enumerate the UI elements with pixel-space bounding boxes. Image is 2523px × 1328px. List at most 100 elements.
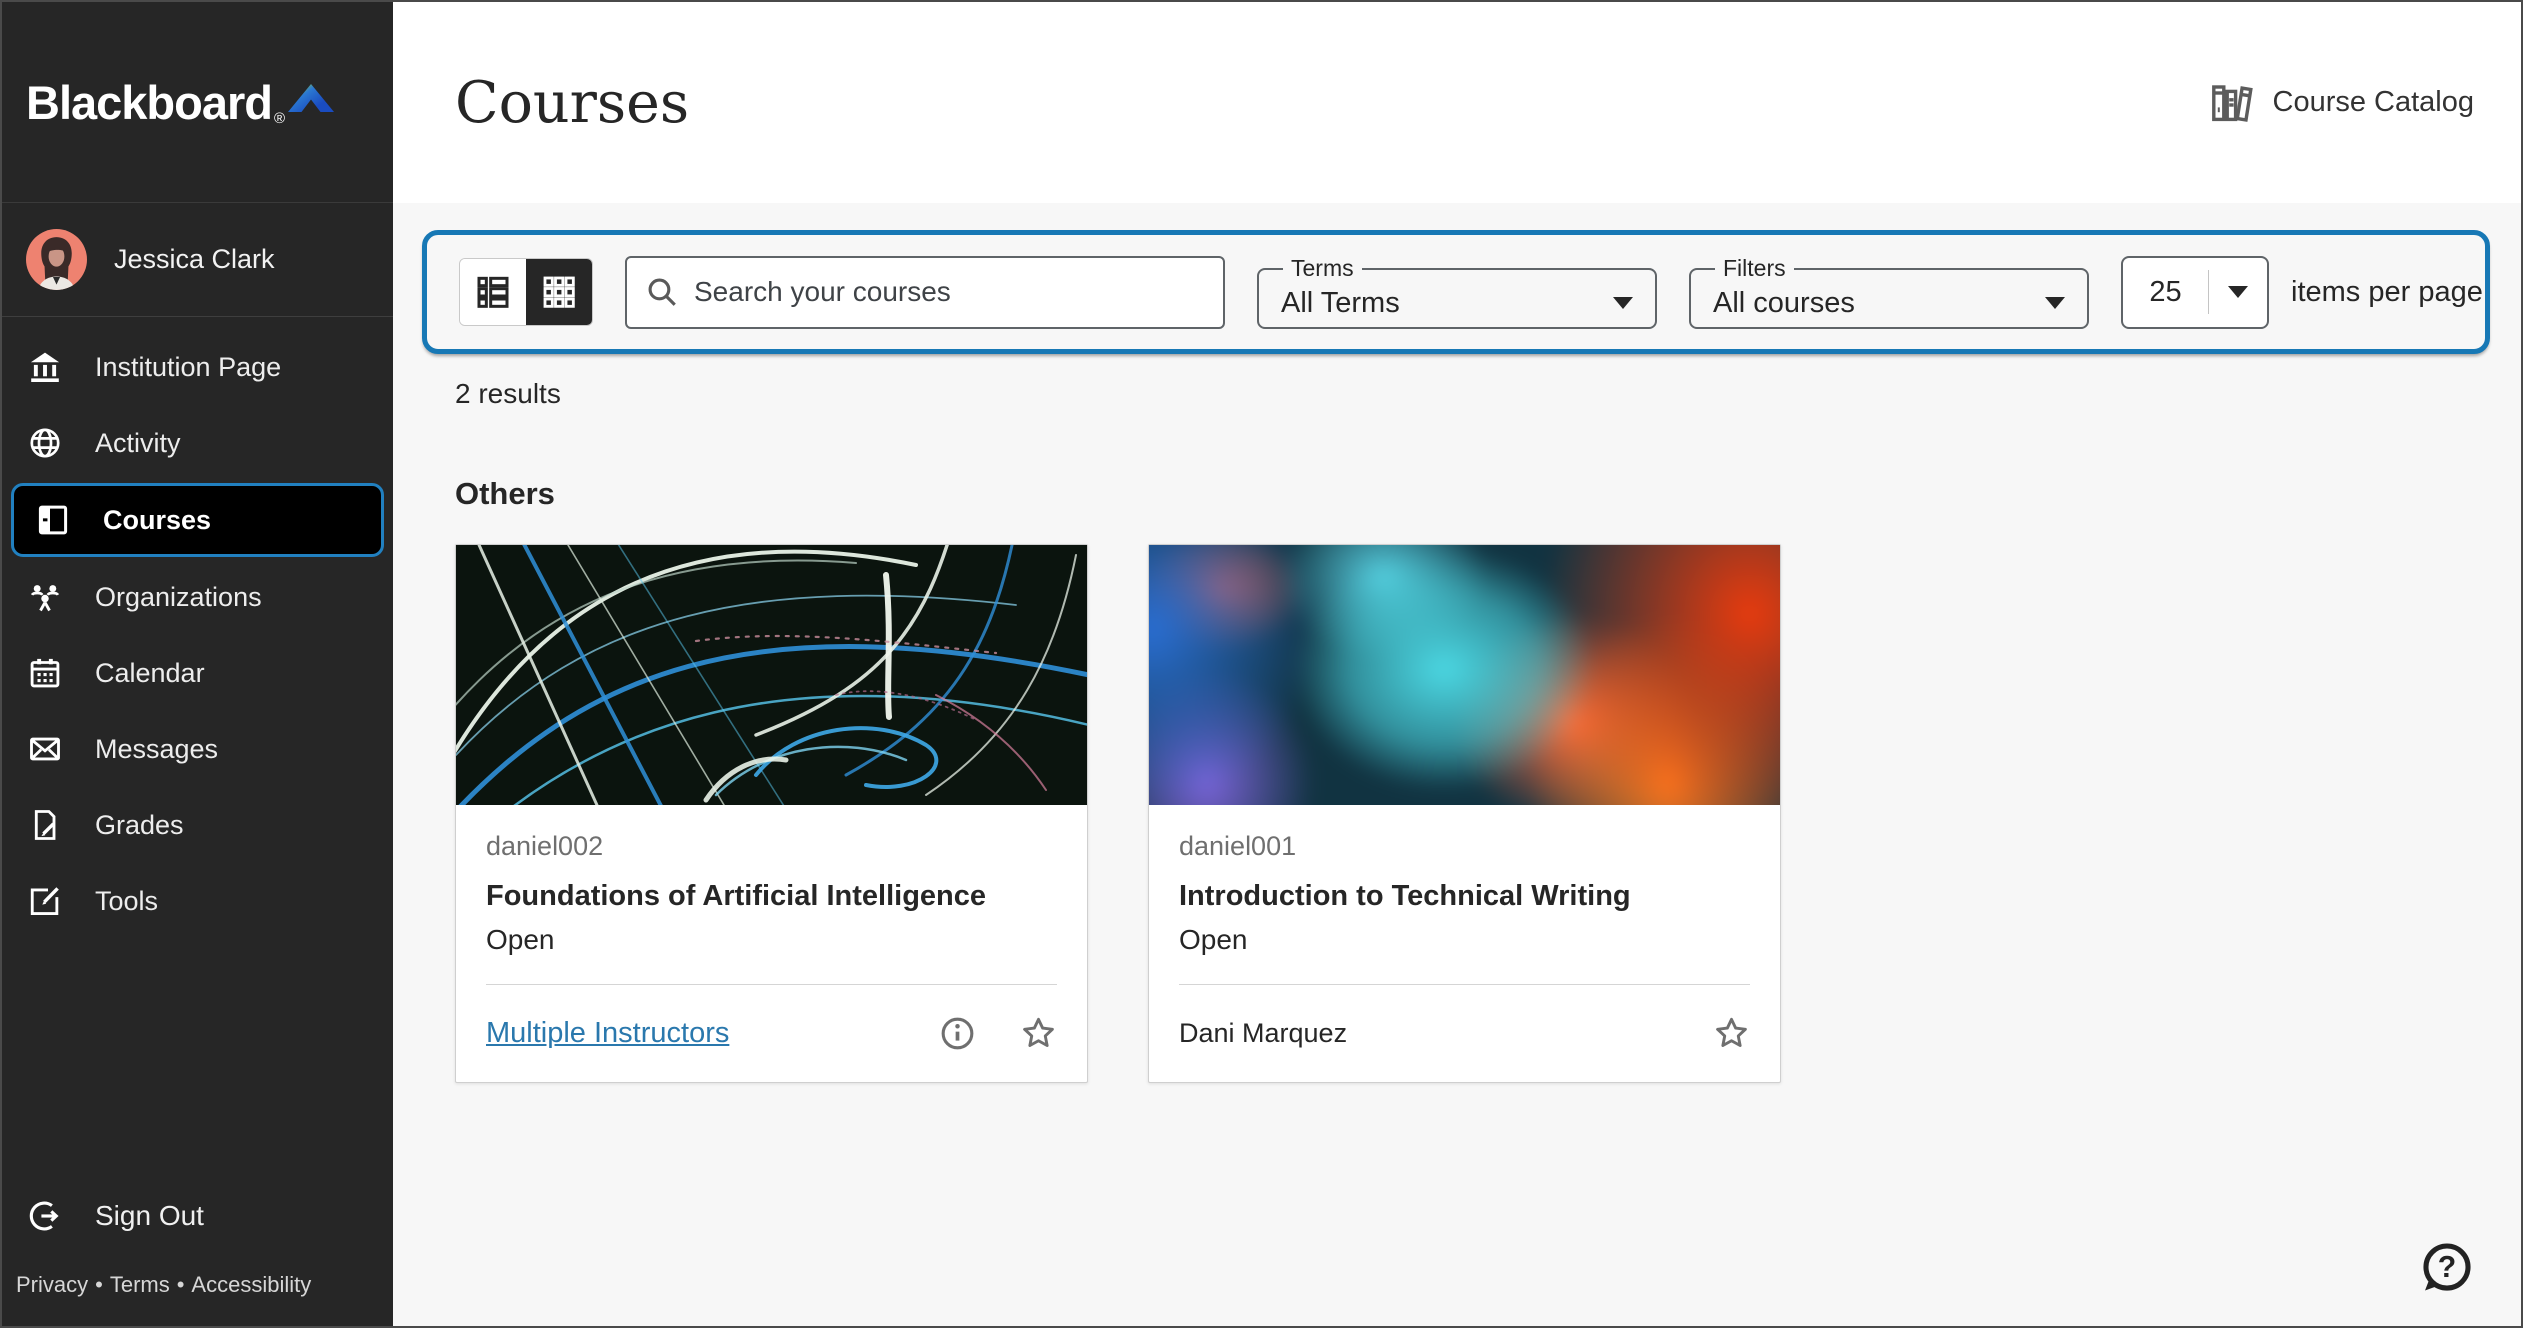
sidebar-item-label: Organizations [95, 581, 262, 612]
grades-icon [26, 806, 64, 844]
star-icon [1023, 1017, 1054, 1047]
results-count: 2 results [455, 378, 561, 409]
sign-out-icon [26, 1197, 64, 1235]
page-size-label: items per page [2291, 275, 2483, 308]
sign-out-button[interactable]: Sign Out [2, 1178, 393, 1254]
course-catalog-label: Course Catalog [2272, 86, 2475, 118]
sidebar-item-label: Grades [95, 809, 184, 840]
grid-view-button[interactable] [526, 259, 592, 325]
terms-dropdown-value: All Terms [1281, 286, 1400, 319]
sidebar-item-activity[interactable]: Activity [2, 405, 393, 481]
page-header: Courses Course Catalog [393, 2, 2521, 203]
course-card-image-light-trails[interactable] [456, 545, 1087, 805]
help-button[interactable]: ? [2418, 1239, 2476, 1300]
filters-dropdown-value: All courses [1713, 286, 1855, 319]
sign-out-label: Sign Out [95, 1200, 204, 1231]
sidebar-item-label: Courses [103, 504, 212, 535]
ink-art [1149, 545, 1780, 805]
filters-dropdown[interactable]: Filters All courses [1689, 255, 2089, 329]
star-icon [1716, 1017, 1747, 1047]
course-card-body: daniel001 Introduction to Technical Writ… [1149, 805, 1780, 956]
sidebar-item-label: Messages [95, 733, 219, 764]
sidebar-nav: Institution Page Activity Courses Organi… [2, 317, 393, 939]
course-card-image-ink[interactable] [1149, 545, 1780, 805]
user-profile[interactable]: Jessica Clark [2, 203, 393, 317]
page-title: Courses [455, 69, 690, 136]
favorite-star-button[interactable] [1020, 1015, 1057, 1052]
course-info-button[interactable] [939, 1015, 976, 1052]
avatar [26, 229, 87, 290]
app-window: Blackboard ® Jessica Clark Institution P… [0, 0, 2523, 1328]
course-id: daniel002 [486, 831, 604, 861]
registered-mark: ® [273, 109, 286, 127]
brand-name: Blackboard [26, 75, 273, 129]
grid-view-icon [543, 276, 575, 308]
page-size-value: 25 [2149, 275, 2182, 308]
blackboard-logo[interactable]: Blackboard ® [2, 2, 393, 203]
sidebar-item-label: Tools [95, 885, 159, 916]
chevron-down-icon [1613, 297, 1633, 309]
sidebar-item-institution-page[interactable]: Institution Page [2, 329, 393, 405]
sidebar: Blackboard ® Jessica Clark Institution P… [2, 2, 393, 1326]
sidebar-item-tools[interactable]: Tools [2, 863, 393, 939]
sidebar-item-label: Activity [95, 427, 181, 458]
terms-link[interactable]: Terms [110, 1272, 170, 1297]
search-field [625, 255, 1225, 329]
list-view-icon [477, 276, 509, 308]
course-id: daniel001 [1179, 831, 1297, 861]
user-name: Jessica Clark [114, 244, 275, 274]
sidebar-item-messages[interactable]: Messages [2, 711, 393, 787]
search-input[interactable] [694, 276, 1205, 308]
multiple-instructors-link[interactable]: Multiple Instructors [486, 1017, 729, 1050]
organizations-icon [26, 578, 64, 616]
course-card[interactable]: daniel001 Introduction to Technical Writ… [1148, 544, 1781, 1083]
course-status: Open [1179, 924, 1248, 955]
page-size-select[interactable]: 25 [2121, 255, 2269, 329]
sidebar-item-grades[interactable]: Grades [2, 787, 393, 863]
content-area: Terms All Terms Filters All courses [393, 203, 2521, 1326]
view-toggle-group [459, 258, 593, 326]
books-icon [2211, 84, 2253, 122]
chevron-down-icon [2045, 297, 2065, 309]
sidebar-item-calendar[interactable]: Calendar [2, 635, 393, 711]
sidebar-item-organizations[interactable]: Organizations [2, 559, 393, 635]
courses-icon [34, 501, 72, 539]
course-title: Foundations of Artificial Intelligence [486, 880, 987, 912]
main-area: Courses Course Catalog Search your cours… [393, 2, 2521, 1326]
list-view-button[interactable] [460, 259, 526, 325]
accessibility-link[interactable]: Accessibility [191, 1272, 311, 1297]
course-catalog-button[interactable]: Course Catalog [2208, 79, 2475, 127]
section-title: Others [455, 476, 555, 511]
sidebar-item-courses[interactable]: Courses [11, 483, 384, 557]
sidebar-item-label: Calendar [95, 657, 205, 688]
info-icon [941, 1017, 974, 1050]
chevron-down-icon [2228, 286, 2248, 298]
course-card-body: daniel002 Foundations of Artificial Inte… [456, 805, 1087, 956]
blackboard-arrow-icon [288, 83, 335, 112]
svg-text:?: ? [2438, 1251, 2456, 1284]
course-card-list: daniel002 Foundations of Artificial Inte… [455, 544, 2490, 1083]
course-card-footer: Dani Marquez [1149, 985, 1780, 1082]
search-icon [648, 278, 676, 306]
footer-separator: • [95, 1272, 103, 1297]
help-icon: ? [2423, 1243, 2471, 1291]
terms-dropdown[interactable]: Terms All Terms [1257, 255, 1657, 329]
instructor-name: Dani Marquez [1179, 1018, 1348, 1048]
calendar-icon [26, 654, 64, 692]
envelope-icon [26, 730, 64, 768]
sidebar-item-label: Institution Page [95, 351, 282, 382]
privacy-link[interactable]: Privacy [16, 1272, 88, 1297]
tools-icon [26, 882, 64, 920]
institution-icon [26, 348, 64, 386]
terms-dropdown-label: Terms [1291, 255, 1354, 281]
course-card-footer: Multiple Instructors [456, 985, 1087, 1082]
filter-bar: Terms All Terms Filters All courses [422, 230, 2490, 354]
course-title: Introduction to Technical Writing [1179, 880, 1631, 912]
footer-separator: • [176, 1272, 185, 1297]
sidebar-footer: Privacy • Terms • Accessibility [2, 1254, 393, 1326]
filters-dropdown-label: Filters [1723, 255, 1786, 281]
course-status: Open [486, 924, 555, 955]
favorite-star-button[interactable] [1713, 1015, 1750, 1052]
course-card[interactable]: daniel002 Foundations of Artificial Inte… [455, 544, 1088, 1083]
